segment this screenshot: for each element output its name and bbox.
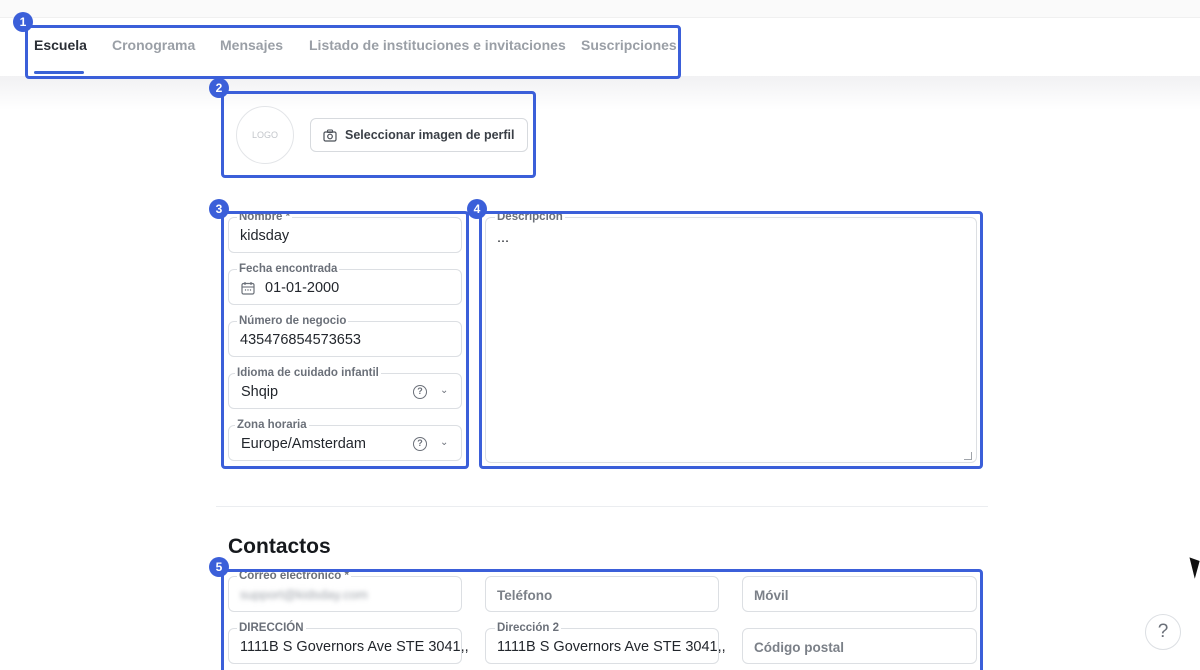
tab-cronograma[interactable]: Cronograma: [112, 37, 195, 53]
resize-handle[interactable]: [964, 452, 972, 460]
select-profile-image-button[interactable]: Seleccionar imagen de perfil: [310, 118, 528, 152]
tab-bar-shadow: [0, 76, 1200, 110]
telefono-placeholder: Teléfono: [497, 588, 553, 603]
contactos-heading: Contactos: [228, 535, 331, 558]
callout-badge-1: 1: [13, 12, 33, 32]
direccion-2-label: Dirección 2: [495, 622, 561, 634]
descripcion-textarea[interactable]: [485, 217, 977, 463]
zona-horaria-label: Zona horaria: [235, 419, 309, 431]
numero-negocio-value: 435476854573653: [240, 332, 361, 348]
codigo-postal-placeholder: Código postal: [754, 640, 844, 655]
callout-badge-3: 3: [209, 199, 229, 219]
direccion-2-value: 1111B S Governors Ave STE 3041,,: [497, 639, 726, 655]
select-profile-image-label: Seleccionar imagen de perfil: [345, 128, 515, 142]
descripcion-label: Descripción: [495, 211, 565, 223]
numero-negocio-label: Número de negocio: [237, 315, 349, 327]
idioma-label: Idioma de cuidado infantil: [235, 367, 381, 379]
callout-badge-4: 4: [467, 199, 487, 219]
logo-placeholder[interactable]: LOGO: [236, 106, 294, 164]
tab-escuela[interactable]: Escuela: [34, 37, 87, 53]
mouse-cursor-icon: [1189, 555, 1200, 579]
direccion-value: 1111B S Governors Ave STE 3041,,: [240, 639, 469, 655]
tab-listado-instituciones[interactable]: Listado de instituciones e invitaciones: [309, 37, 566, 53]
top-strip: [0, 0, 1200, 18]
zona-horaria-value: Europe/Amsterdam: [241, 436, 366, 452]
chevron-down-icon[interactable]: ⌄: [440, 385, 448, 396]
idioma-value: Shqip: [241, 384, 279, 400]
help-circle-icon[interactable]: ?: [413, 385, 427, 399]
fecha-encontrada-value: 01-01-2000: [265, 280, 340, 296]
nombre-value: kidsday: [240, 228, 290, 244]
help-circle-icon[interactable]: ?: [413, 437, 427, 451]
email-label: Correo electrónico *: [237, 570, 351, 582]
callout-badge-2: 2: [209, 78, 229, 98]
help-button[interactable]: ?: [1145, 614, 1181, 650]
fecha-encontrada-label: Fecha encontrada: [237, 263, 340, 275]
active-tab-indicator: [34, 71, 84, 74]
calendar-icon: [241, 282, 255, 295]
nombre-label: Nombre *: [237, 211, 293, 223]
section-divider: [216, 506, 988, 507]
tab-suscripciones[interactable]: Suscripciones: [581, 37, 677, 53]
movil-placeholder: Móvil: [754, 588, 789, 603]
email-value: support@kidsday.com: [240, 587, 368, 602]
chevron-down-icon[interactable]: ⌄: [440, 437, 448, 448]
camera-icon: [323, 128, 337, 142]
callout-badge-5: 5: [209, 557, 229, 577]
tab-mensajes[interactable]: Mensajes: [220, 37, 283, 53]
descripcion-value: ...: [497, 230, 510, 246]
direccion-label: DIRECCIÓN: [237, 622, 306, 634]
